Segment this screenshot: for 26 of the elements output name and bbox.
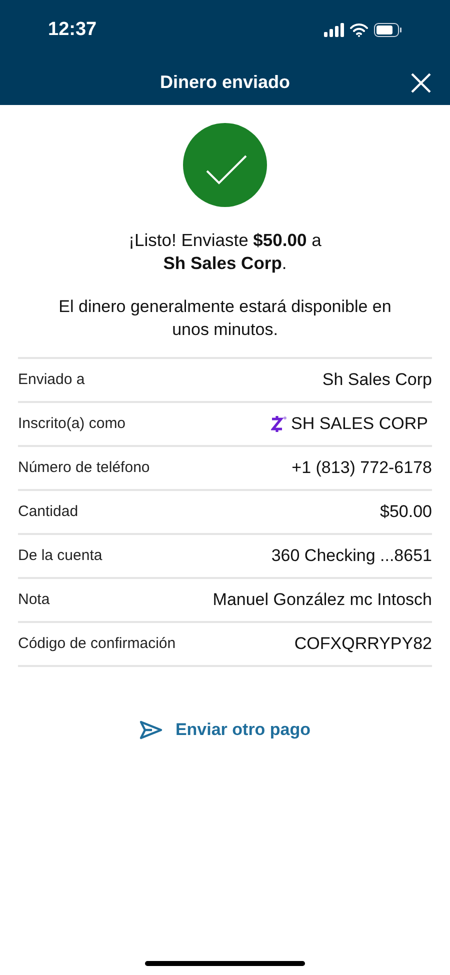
detail-label: Nota: [18, 590, 50, 610]
detail-value: SH SALES CORP: [291, 413, 429, 436]
detail-value: Sh Sales Corp: [322, 369, 432, 392]
detail-label: Inscrito(a) como: [18, 414, 126, 434]
battery-icon: [374, 23, 402, 37]
send-another-payment-link[interactable]: Enviar otro pago: [139, 717, 311, 742]
detail-label: De la cuenta: [18, 546, 102, 566]
wifi-icon: [350, 23, 368, 37]
detail-value: 360 Checking ...8651: [271, 545, 432, 568]
screen-title: Dinero enviado: [160, 71, 290, 94]
success-message: ¡Listo! Enviaste $50.00 a Sh Sales Corp.: [128, 229, 322, 275]
success-check-icon: [183, 123, 267, 207]
detail-label: Enviado a: [18, 370, 85, 390]
detail-label: Cantidad: [18, 502, 78, 522]
detail-value: Manuel González mc Intosch: [212, 589, 432, 612]
close-icon: [410, 72, 432, 94]
signal-icon: [324, 23, 344, 37]
send-icon: [139, 720, 164, 740]
detail-value: $50.00: [380, 501, 432, 524]
zelle-logo-icon: [271, 415, 287, 433]
detail-value: COFXQRRYPY82: [294, 633, 432, 656]
availability-note: El dinero generalmente estará disponible en unos minutos.: [58, 296, 392, 341]
status-time: 12:37: [48, 18, 97, 42]
detail-label: Número de teléfono: [18, 458, 150, 478]
detail-label: Código de confirmación: [18, 634, 176, 654]
detail-value: +1 (813) 772-6178: [292, 457, 432, 480]
